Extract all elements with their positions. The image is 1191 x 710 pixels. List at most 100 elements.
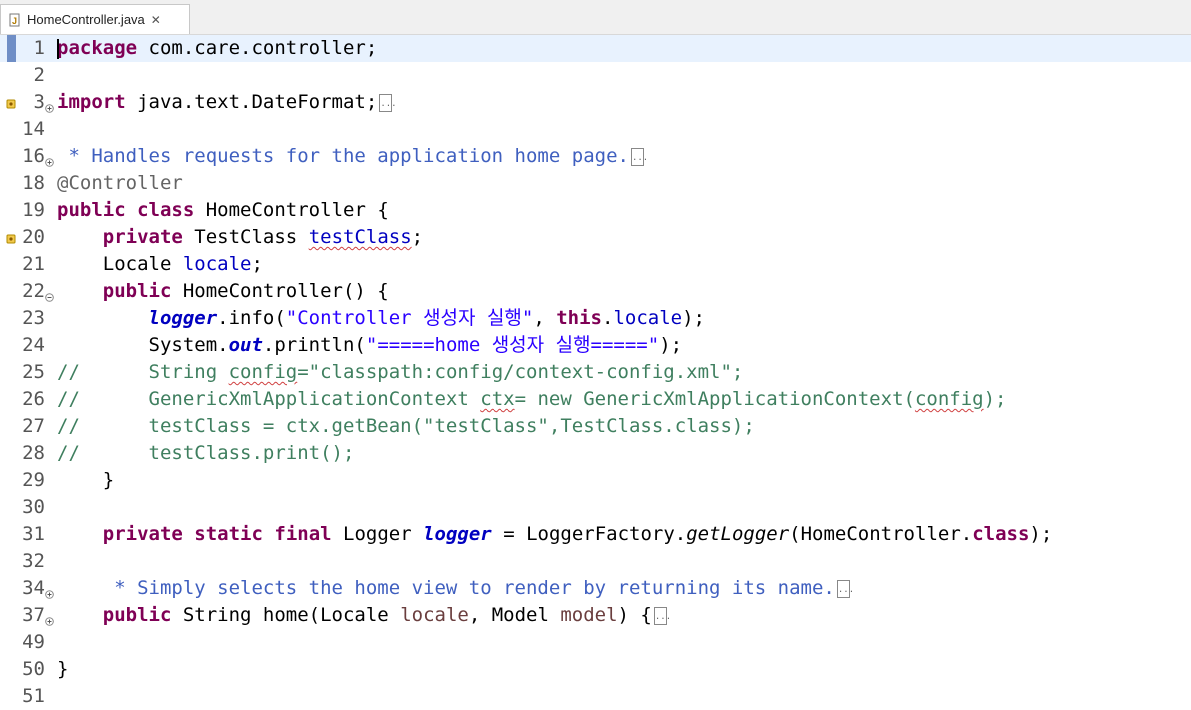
code-fragment: . [602,307,614,329]
keyword: package [57,37,138,59]
code-fragment: , [533,307,557,329]
warning-icon[interactable] [6,96,17,109]
keyword: public [102,604,172,626]
keyword: private [102,523,183,545]
line-number: 2 [33,64,45,86]
code-line: 28 // testClass.print(); [0,440,1191,467]
javadoc-comment: * Handles requests for the application h… [57,145,629,167]
comment-fragment: config [914,388,984,410]
code-fragment: ; [251,253,263,275]
code-fragment: com.care.controller; [137,37,378,59]
code-line: 25 // String config="classpath:config/co… [0,359,1191,386]
keyword: class [972,523,1030,545]
code-text: logger.info("Controller 생성자 실행", this.lo… [57,305,705,332]
annotation: @Controller [57,172,183,194]
keyword: final [274,523,332,545]
line-comment: // GenericXmlApplicationContext ctx= new… [57,386,1006,413]
line-number: 32 [22,550,45,572]
code-line: 19 public class HomeController { [0,197,1191,224]
code-line: 22 public HomeController() { [0,278,1191,305]
code-text: package com.care.controller; [57,35,377,62]
code-fragment: ); [659,334,683,356]
keyword: public [102,280,172,302]
code-text: private static final Logger logger = Log… [57,521,1053,548]
code-line: 30 [0,494,1191,521]
expand-fold-icon[interactable] [45,584,54,599]
line-number: 1 [33,37,45,59]
keyword: class [137,199,195,221]
line-number: 24 [22,334,45,356]
keyword: private [102,226,183,248]
collapsed-block-icon[interactable] [630,148,648,166]
line-number: 27 [22,415,45,437]
code-fragment: .info( [217,307,286,329]
line-number: 18 [22,172,45,194]
code-line: 31 private static final Logger logger = … [0,521,1191,548]
tab-homecontroller-java[interactable]: J HomeController.java ✕ [0,4,190,34]
line-number: 26 [22,388,45,410]
code-fragment: ; [411,226,424,248]
code-editor[interactable]: 1 package com.care.controller; 2 3 impor… [0,35,1191,710]
code-fragment: java.text.DateFormat; [125,91,378,113]
collapsed-block-icon[interactable] [379,94,397,112]
close-icon[interactable]: ✕ [151,13,161,27]
code-line: 18 @Controller [0,170,1191,197]
line-number: 28 [22,442,45,464]
line-number: 31 [22,523,45,545]
comment-fragment: = new GenericXmlApplicationContext( [514,388,915,410]
comment-fragment: // String [57,361,229,383]
field-name: locale [613,307,683,329]
parameter-name: model [560,604,618,626]
line-number: 22 [22,280,45,302]
code-fragment: HomeController { [194,199,389,221]
code-line: 27 // testClass = ctx.getBean("testClass… [0,413,1191,440]
expand-fold-icon[interactable] [45,152,54,167]
code-fragment: TestClass [182,226,309,248]
line-number: 25 [22,361,45,383]
code-line: 34 * Simply selects the home view to ren… [0,575,1191,602]
expand-fold-icon[interactable] [45,611,54,626]
code-fragment: = LoggerFactory. [491,523,687,545]
code-line: 24 System.out.println("=====home 생성자 실행=… [0,332,1191,359]
line-number: 23 [22,307,45,329]
string-literal: "=====home 생성자 실행=====" [365,334,660,356]
line-number: 21 [22,253,45,275]
parameter-name: locale [400,604,469,626]
code-fragment: HomeController() { [171,280,389,302]
line-number: 49 [22,631,45,653]
code-line: 23 logger.info("Controller 생성자 실행", this… [0,305,1191,332]
line-number: 29 [22,469,45,491]
code-line: 29 } [0,467,1191,494]
line-number: 34 [22,577,45,599]
collapse-fold-icon[interactable] [45,287,54,302]
code-line: 26 // GenericXmlApplicationContext ctx= … [0,386,1191,413]
static-field: logger [148,307,218,329]
code-text: } [57,469,115,491]
code-text: System.out.println("=====home 생성자 실행====… [57,332,683,359]
line-comment: // testClass.print(); [57,442,355,464]
field-name: testClass [308,226,412,248]
code-line: 3 import java.text.DateFormat; [0,89,1191,116]
warning-icon[interactable] [6,231,17,244]
collapsed-block-icon[interactable] [653,607,671,625]
code-text: * Simply selects the home view to render… [57,575,854,602]
expand-fold-icon[interactable] [45,98,54,113]
line-comment: // testClass = ctx.getBean("testClass",T… [57,415,755,437]
collapsed-block-icon[interactable] [836,580,854,598]
keyword: this [556,307,602,329]
code-fragment: System. [57,334,229,356]
code-line: 14 [0,116,1191,143]
code-line: 32 [0,548,1191,575]
code-text: public String home(Locale locale, Model … [57,602,671,629]
line-number: 37 [22,604,45,626]
code-fragment: ) { [617,604,652,626]
field-name: locale [182,253,252,275]
code-fragment: String home(Locale [171,604,401,626]
code-text: * Handles requests for the application h… [57,143,648,170]
code-fragment: ); [1029,523,1053,545]
line-number: 19 [22,199,45,221]
comment-fragment: // GenericXmlApplicationContext [57,388,481,410]
code-fragment: ); [682,307,705,329]
